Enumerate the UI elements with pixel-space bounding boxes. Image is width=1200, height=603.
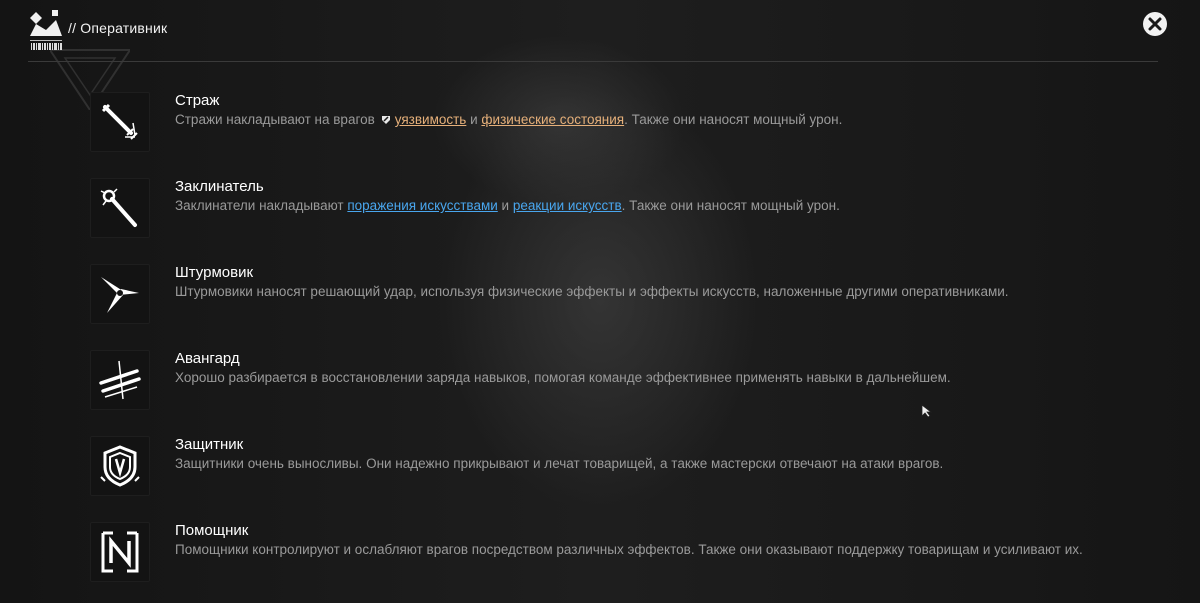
class-name: Заклинатель	[175, 178, 264, 195]
class-name: Страж	[175, 92, 220, 109]
close-icon	[1148, 17, 1162, 31]
shield-icon	[90, 436, 150, 496]
desc-joiner: и	[470, 112, 478, 127]
page-title: // Оперативник	[68, 20, 168, 36]
close-button[interactable]	[1143, 12, 1167, 36]
desc-text: Стражи накладывают на врагов	[175, 112, 375, 127]
class-description: Штурмовики наносят решающий удар, исполь…	[175, 284, 1009, 299]
header: // Оперативник	[28, 8, 167, 56]
operator-logo-icon	[28, 10, 64, 54]
slash-icon	[90, 350, 150, 410]
header-divider	[28, 61, 1158, 62]
class-description: Помощники контролируют и ослабляют враго…	[175, 542, 1083, 557]
support-icon	[90, 522, 150, 582]
class-item-vanguard[interactable]: Авангард Хорошо разбирается в восстановл…	[90, 350, 1170, 412]
arts-reaction-link[interactable]: реакции искусств	[513, 198, 622, 213]
desc-text: Заклинатели накладывают	[175, 198, 344, 213]
desc-joiner: и	[501, 198, 510, 213]
class-description: Хорошо разбирается в восстановлении заря…	[175, 370, 951, 385]
class-description: Стражи накладывают на врагов уязвимость и…	[175, 111, 1095, 129]
class-item-defender[interactable]: Защитник Защитники очень выносливы. Они …	[90, 436, 1170, 498]
class-item-striker[interactable]: Штурмовик Штурмовики наносят решающий уд…	[90, 264, 1170, 326]
desc-text-end: . Также они наносят мощный урон.	[621, 198, 840, 213]
mouse-cursor-icon	[921, 404, 933, 418]
staff-icon	[90, 178, 150, 238]
arts-infliction-link[interactable]: поражения искусствами	[347, 198, 497, 213]
physical-status-link[interactable]: физические состояния	[481, 112, 624, 127]
sword-icon	[90, 92, 150, 152]
class-item-caster[interactable]: Заклинатель Заклинатели накладывают пора…	[90, 178, 1170, 240]
vulnerability-link[interactable]: уязвимость	[395, 112, 467, 127]
class-description: Защитники очень выносливы. Они надежно п…	[175, 456, 944, 471]
class-name: Помощник	[175, 522, 249, 539]
class-item-supporter[interactable]: Помощник Помощники контролируют и ослабл…	[90, 522, 1170, 584]
class-item-guard[interactable]: Страж Стражи накладывают на врагов уязвим…	[90, 92, 1170, 154]
class-name: Авангард	[175, 350, 240, 367]
shield-mark-icon	[381, 116, 390, 124]
star-blade-icon	[90, 264, 150, 324]
class-description: Заклинатели накладывают поражения искусс…	[175, 197, 1095, 215]
class-name: Штурмовик	[175, 264, 254, 281]
desc-text-end: . Также они наносят мощный урон.	[624, 112, 843, 127]
class-name: Защитник	[175, 436, 244, 453]
